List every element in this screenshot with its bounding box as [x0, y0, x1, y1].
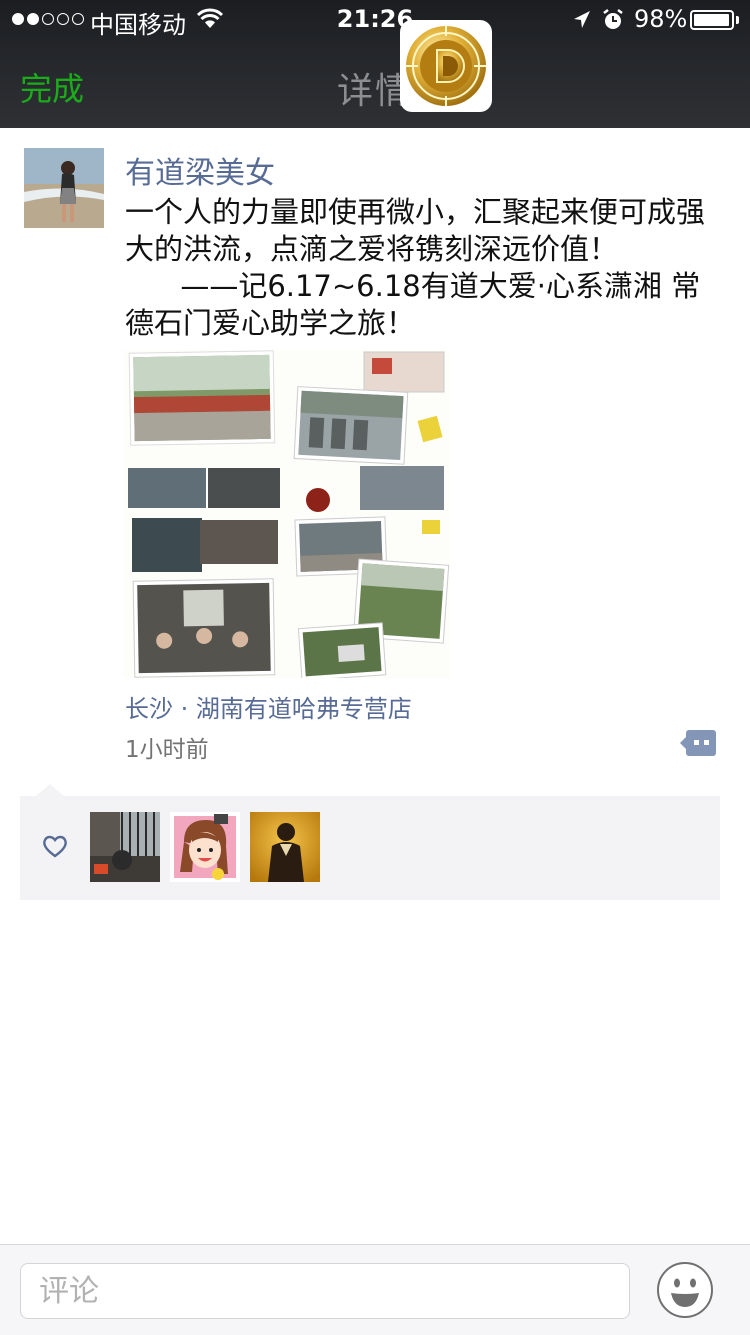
post-text: 一个人的力量即使再微小，汇聚起来便可成强大的洪流，点滴之爱将镌刻深远价值！ ——… — [125, 194, 725, 342]
liker-avatar[interactable] — [250, 812, 320, 882]
comment-bar — [0, 1244, 750, 1335]
location-link[interactable]: 长沙 · 湖南有道哈弗专营店 — [125, 689, 412, 724]
battery-tip — [736, 16, 739, 24]
post-photo-collage[interactable] — [124, 350, 450, 678]
post-text-line: 一个人的力量即使再微小，汇聚起来便可成强大的洪流，点滴之爱将镌刻深远价值！ — [125, 195, 706, 266]
author-avatar[interactable] — [24, 148, 104, 228]
liker-avatar[interactable] — [90, 812, 160, 882]
author-name[interactable]: 有道梁美女 — [125, 148, 275, 192]
comment-input[interactable] — [20, 1263, 630, 1319]
like-box-pointer — [36, 784, 64, 796]
post-text-line: ——记6.17~6.18有道大爱·心系潇湘 常德石门爱心助学之旅！ — [125, 269, 701, 340]
heart-icon — [43, 835, 67, 858]
comment-more-icon[interactable] — [680, 728, 718, 758]
top-header: 中国移动 21:26 98% 完成 详情 — [0, 0, 750, 128]
battery-percentage: 98% — [634, 5, 688, 33]
app-logo-icon — [400, 20, 492, 112]
status-bar: 中国移动 21:26 98% — [0, 0, 750, 40]
emoji-icon[interactable] — [656, 1261, 714, 1319]
liker-avatar[interactable] — [170, 812, 240, 882]
likes-panel — [20, 796, 720, 900]
battery-icon — [690, 10, 734, 30]
page-title: 详情 — [336, 71, 413, 112]
alarm-icon — [603, 9, 623, 29]
location-arrow-icon — [574, 11, 590, 28]
post-time: 1小时前 — [125, 737, 209, 763]
